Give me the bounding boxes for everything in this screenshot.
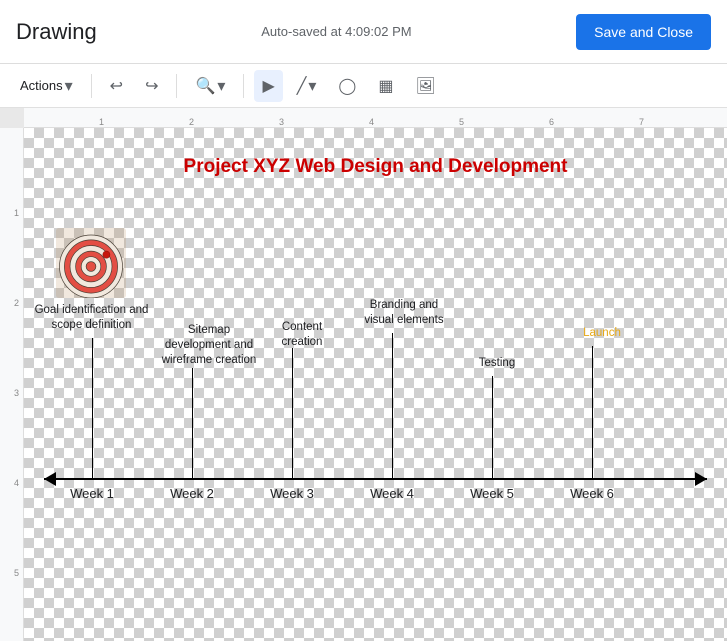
event-line-1 — [92, 338, 93, 478]
week-label-1: Week 1 — [70, 486, 114, 501]
zoom-icon: 🔍 — [195, 76, 215, 96]
ruler-left: 1 2 3 4 5 — [0, 128, 24, 641]
week-label-6: Week 6 — [570, 486, 614, 501]
week-label-4: Week 4 — [370, 486, 414, 501]
redo-icon: ↪ — [145, 76, 158, 96]
toolbar-divider-3 — [243, 74, 244, 98]
ruler-left-1: 1 — [14, 208, 19, 218]
week-label-5: Week 5 — [470, 486, 514, 501]
line-tool-button[interactable]: ╱ ▾ — [289, 70, 325, 102]
week-label-3: Week 3 — [270, 486, 314, 501]
event-label-1: Goal identification andscope definition — [34, 303, 149, 333]
event-line-4 — [392, 333, 393, 478]
undo-icon: ↩ — [110, 76, 123, 96]
drawing-content: Project XYZ Web Design and Development — [24, 128, 727, 641]
redo-button[interactable]: ↪ — [137, 70, 166, 102]
target-image — [56, 228, 126, 298]
zoom-button[interactable]: 🔍 ▾ — [187, 70, 233, 102]
chevron-down-icon: ▾ — [65, 76, 73, 96]
event-line-3 — [292, 348, 293, 478]
drawing-title: Project XYZ Web Design and Development — [24, 156, 727, 178]
ruler-top: 1 2 3 4 5 6 7 — [24, 108, 727, 128]
shape-icon: ◯ — [338, 76, 356, 96]
undo-button[interactable]: ↩ — [102, 70, 131, 102]
table-icon: ▦ — [378, 76, 393, 96]
shape-tool-button[interactable]: ◯ — [330, 70, 364, 102]
app-title: Drawing — [16, 19, 97, 45]
ruler-left-5: 5 — [14, 568, 19, 578]
ruler-left-3: 3 — [14, 388, 19, 398]
actions-label: Actions — [20, 78, 63, 93]
ruler-mark-7: 7 — [639, 117, 644, 127]
ruler-mark-3: 3 — [279, 117, 284, 127]
event-label-2: Sitemapdevelopment andwireframe creation — [154, 323, 264, 368]
table-tool-button[interactable]: ▦ — [370, 70, 401, 102]
event-label-5: Testing — [462, 356, 532, 371]
week-label-2: Week 2 — [170, 486, 214, 501]
ruler-left-2: 2 — [14, 298, 19, 308]
zoom-chevron-icon: ▾ — [217, 76, 225, 96]
ruler-mark-4: 4 — [369, 117, 374, 127]
toolbar-divider-2 — [176, 74, 177, 98]
ruler-mark-1: 1 — [99, 117, 104, 127]
timeline-arrow — [44, 478, 707, 480]
ruler-mark-2: 2 — [189, 117, 194, 127]
event-line-6 — [592, 346, 593, 478]
image-icon: 🖼 — [415, 76, 435, 96]
toolbar-divider-1 — [91, 74, 92, 98]
select-cursor-icon: ▶ — [262, 76, 274, 96]
event-label-6: Launch — [572, 326, 632, 341]
ruler-left-4: 4 — [14, 478, 19, 488]
canvas-wrapper: 1 2 3 4 5 6 7 1 2 3 4 5 Project XYZ Web … — [0, 108, 727, 641]
autosave-status: Auto-saved at 4:09:02 PM — [97, 24, 576, 39]
actions-menu-button[interactable]: Actions ▾ — [12, 70, 81, 102]
event-label-3: Contentcreation — [262, 320, 342, 350]
save-and-close-button[interactable]: Save and Close — [576, 14, 711, 50]
event-line-5 — [492, 376, 493, 478]
event-label-4: Branding andvisual elements — [354, 298, 454, 328]
line-chevron-icon: ▾ — [308, 76, 316, 96]
line-tool-icon: ╱ — [297, 76, 307, 96]
ruler-mark-5: 5 — [459, 117, 464, 127]
drawing-canvas[interactable]: Project XYZ Web Design and Development — [24, 128, 727, 641]
event-line-2 — [192, 368, 193, 478]
image-tool-button[interactable]: 🖼 — [407, 70, 443, 102]
select-tool-button[interactable]: ▶ — [254, 70, 282, 102]
ruler-mark-6: 6 — [549, 117, 554, 127]
